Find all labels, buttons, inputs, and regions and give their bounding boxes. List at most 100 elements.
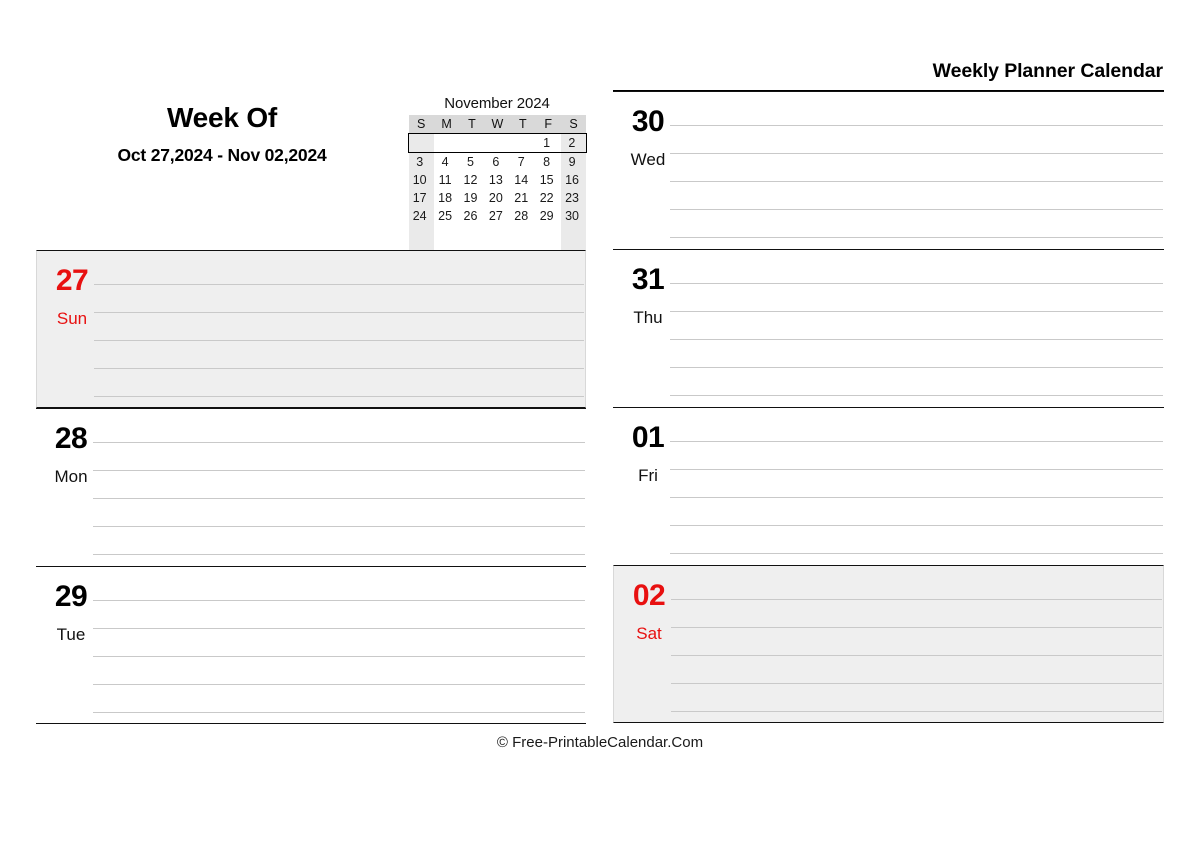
mini-day-cell[interactable]: 20 xyxy=(485,189,510,207)
page-title: Weekly Planner Calendar xyxy=(932,60,1163,82)
day-weekday-name: Wed xyxy=(630,150,666,169)
mini-weekday-header: T xyxy=(459,115,485,134)
mini-day-cell[interactable]: 6 xyxy=(485,153,510,172)
mini-day-cell[interactable]: 19 xyxy=(459,189,484,207)
mini-day-blank xyxy=(459,225,484,251)
mini-day-blank xyxy=(485,225,510,251)
mini-calendar-header-row: SMTWTFS xyxy=(408,115,587,134)
day-weekday-name: Sun xyxy=(56,309,88,328)
writing-line xyxy=(670,525,1163,526)
writing-line xyxy=(93,628,585,629)
writing-line xyxy=(670,367,1163,368)
mini-day-blank xyxy=(484,133,511,153)
writing-line xyxy=(671,599,1162,600)
day-weekday-name: Thu xyxy=(633,308,663,327)
day-writing-lines[interactable] xyxy=(93,409,586,566)
writing-line xyxy=(671,683,1162,684)
mini-day-cell[interactable]: 26 xyxy=(459,207,484,225)
day-cell[interactable]: 28 Mon xyxy=(36,408,586,566)
mini-day-cell[interactable]: 21 xyxy=(510,189,535,207)
writing-line xyxy=(670,181,1163,182)
mini-day-cell[interactable]: 2 xyxy=(560,133,587,153)
day-writing-lines[interactable] xyxy=(670,408,1164,565)
mini-weekday-header: T xyxy=(510,115,536,134)
day-writing-lines[interactable] xyxy=(671,566,1163,722)
mini-day-blank xyxy=(434,225,459,251)
writing-line xyxy=(93,442,585,443)
mini-day-cell[interactable]: 3 xyxy=(408,152,434,171)
mini-day-cell[interactable]: 18 xyxy=(434,189,459,207)
mini-day-cell[interactable]: 15 xyxy=(535,171,560,189)
day-number: 01 xyxy=(631,421,665,454)
mini-day-cell[interactable]: 8 xyxy=(535,153,560,172)
day-writing-lines[interactable] xyxy=(670,250,1164,407)
mini-day-blank xyxy=(433,133,460,153)
day-cell[interactable]: 31 Thu xyxy=(613,249,1164,407)
mini-week-row: 10 11 12 13 14 15 16 xyxy=(408,171,587,189)
writing-line xyxy=(670,311,1163,312)
day-cell[interactable]: 30 Wed xyxy=(613,91,1164,249)
mini-day-cell[interactable]: 4 xyxy=(434,153,459,172)
week-header-block: Week Of Oct 27,2024 - Nov 02,2024 Novemb… xyxy=(36,52,587,251)
mini-calendar-body: 1 2 3 4 5 6 7 8 9 10 11 12 13 14 15 16 17 18 19 20 21 22 23 24 2… xyxy=(407,133,587,251)
writing-line xyxy=(670,283,1163,284)
mini-calendar-title: November 2024 xyxy=(444,95,550,112)
mini-day-cell[interactable]: 12 xyxy=(459,171,484,189)
mini-day-cell[interactable]: 1 xyxy=(535,133,561,153)
mini-day-cell[interactable]: 29 xyxy=(535,207,560,225)
writing-line xyxy=(670,153,1163,154)
mini-day-cell[interactable]: 11 xyxy=(434,171,459,189)
week-of-label: Week Of xyxy=(166,102,278,133)
day-cell[interactable]: 02 Sat xyxy=(613,565,1164,723)
day-number: 27 xyxy=(55,264,89,297)
writing-line xyxy=(93,470,585,471)
left-day-list: 27 Sun 28 Mon 29 Tue xyxy=(36,250,586,724)
day-number: 02 xyxy=(632,579,666,612)
mini-day-cell[interactable]: 9 xyxy=(560,152,587,171)
mini-day-cell[interactable]: 13 xyxy=(485,171,510,189)
mini-day-cell[interactable]: 14 xyxy=(510,171,535,189)
mini-month-calendar: November 2024 SMTWTFS 1 2 3 4 5 6 7 8 9 10 11 12 13 1… xyxy=(407,95,587,251)
mini-day-cell[interactable]: 23 xyxy=(560,189,587,207)
writing-line xyxy=(94,396,584,397)
left-column: Week Of Oct 27,2024 - Nov 02,2024 Novemb… xyxy=(36,52,587,724)
writing-line xyxy=(670,441,1163,442)
mini-weekday-header: S xyxy=(560,115,587,134)
mini-day-cell[interactable]: 30 xyxy=(560,207,587,225)
mini-weekday-header: W xyxy=(484,115,511,134)
mini-day-cell[interactable]: 22 xyxy=(535,189,560,207)
mini-week-row: 12 xyxy=(407,133,587,153)
day-writing-lines[interactable] xyxy=(670,92,1164,249)
mini-day-cell[interactable]: 17 xyxy=(408,189,434,207)
day-writing-lines[interactable] xyxy=(93,567,586,723)
mini-weekday-header: M xyxy=(433,115,460,134)
day-weekday-name: Mon xyxy=(54,467,88,486)
mini-day-cell[interactable]: 24 xyxy=(408,207,434,225)
mini-day-blank xyxy=(408,225,434,251)
day-weekday-name: Fri xyxy=(638,466,658,485)
weekly-planner-page: Week Of Oct 27,2024 - Nov 02,2024 Novemb… xyxy=(0,0,1200,849)
mini-week-row: 3456789 xyxy=(408,152,587,172)
day-writing-lines[interactable] xyxy=(94,251,585,407)
mini-day-cell[interactable]: 27 xyxy=(485,207,510,225)
writing-line xyxy=(670,553,1163,554)
writing-line xyxy=(94,312,584,313)
mini-day-cell[interactable]: 25 xyxy=(434,207,459,225)
mini-day-cell[interactable]: 16 xyxy=(560,171,587,189)
writing-line xyxy=(94,284,584,285)
mini-day-blank xyxy=(510,133,536,153)
writing-line xyxy=(93,656,585,657)
mini-day-cell[interactable]: 10 xyxy=(408,171,434,189)
mini-day-cell[interactable]: 5 xyxy=(459,153,484,172)
writing-line xyxy=(670,209,1163,210)
day-cell[interactable]: 29 Tue xyxy=(36,566,586,724)
mini-day-cell[interactable]: 7 xyxy=(510,153,535,172)
mini-weekday-header: S xyxy=(408,115,434,134)
day-cell[interactable]: 27 Sun xyxy=(36,250,586,408)
right-day-list: 30 Wed 31 Thu 01 Fri 02 Sat xyxy=(613,91,1164,723)
mini-day-blank xyxy=(560,225,587,251)
day-number: 28 xyxy=(54,422,88,455)
mini-day-cell[interactable]: 28 xyxy=(510,207,535,225)
day-cell[interactable]: 01 Fri xyxy=(613,407,1164,565)
writing-line xyxy=(93,554,585,555)
